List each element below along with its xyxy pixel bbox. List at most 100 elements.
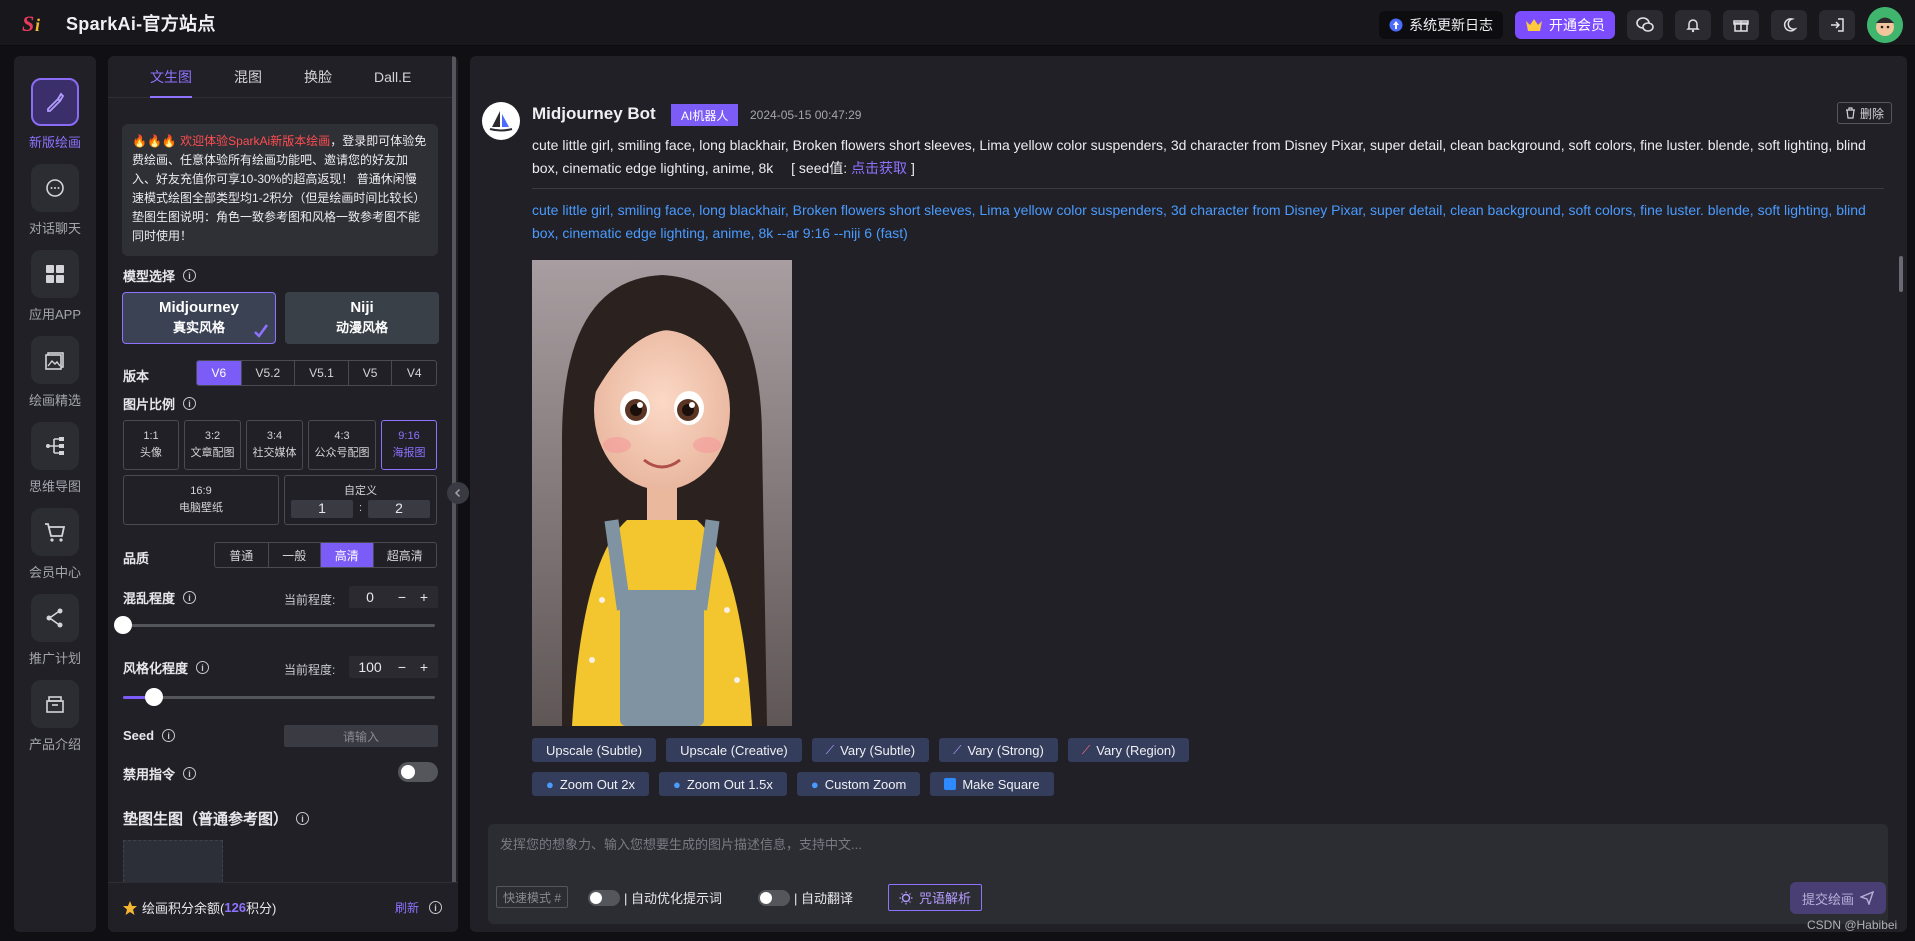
panel-scrollbar[interactable]	[452, 56, 456, 886]
vary-subtle-button[interactable]: ⟋ Vary (Subtle)	[811, 738, 930, 762]
tab-blend[interactable]: 混图	[234, 56, 262, 98]
version-option[interactable]: V5	[347, 361, 392, 385]
app-logo[interactable]: Si	[20, 7, 52, 39]
custom-height-input[interactable]: 2	[368, 499, 431, 518]
quality-option[interactable]: 高清	[320, 543, 373, 567]
chaos-stepper[interactable]: 0 − +	[349, 586, 438, 608]
no-command-label-text: 禁用指令	[123, 767, 176, 782]
bell-icon	[1686, 19, 1700, 33]
nav-item-member[interactable]: 会员中心	[14, 508, 96, 581]
main-scrollbar[interactable]	[1899, 256, 1903, 292]
nav-item-new-painting[interactable]: 新版绘画	[14, 78, 96, 151]
info-icon[interactable]: i	[183, 767, 197, 780]
model-card-niji[interactable]: Niji 动漫风格	[285, 292, 439, 344]
no-command-toggle[interactable]	[398, 762, 438, 782]
info-icon[interactable]: i	[183, 269, 197, 282]
changelog-button[interactable]: 系统更新日志	[1379, 11, 1503, 39]
tab-dalle[interactable]: Dall.E	[374, 56, 411, 98]
slider-knob[interactable]	[145, 688, 164, 706]
generated-image[interactable]	[532, 260, 792, 726]
quality-option[interactable]: 超高清	[372, 543, 436, 567]
custom-zoom-button[interactable]: ● Custom Zoom	[796, 772, 921, 796]
ratio-option-9-16[interactable]: 9:16 海报图	[381, 420, 437, 470]
info-icon[interactable]: i	[162, 729, 176, 742]
plus-icon[interactable]: +	[413, 589, 435, 605]
ratio-option-1-1[interactable]: 1:1 头像	[123, 420, 179, 470]
plus-icon[interactable]: +	[413, 659, 435, 675]
nav-item-mindmap[interactable]: 思维导图	[14, 422, 96, 495]
make-square-button[interactable]: Make Square	[930, 772, 1054, 796]
nav-item-gallery[interactable]: 绘画精选	[14, 336, 96, 409]
model-label: 模型选择 i	[123, 266, 197, 285]
submit-button[interactable]: 提交绘画	[1790, 882, 1887, 914]
model-card-midjourney[interactable]: Midjourney 真实风格	[122, 292, 276, 344]
info-icon[interactable]: i	[296, 812, 310, 825]
model-sub: 真实风格	[172, 320, 225, 335]
auto-optimize-toggle[interactable]	[588, 890, 620, 906]
ratio-value: 4:3	[334, 430, 350, 442]
reference-upload-box[interactable]	[123, 840, 223, 882]
seed-input[interactable]: 请输入	[284, 725, 438, 747]
minus-icon[interactable]: −	[391, 589, 413, 605]
ratio-option-3-2[interactable]: 3:2 文章配图	[184, 420, 241, 470]
login-button[interactable]	[1819, 10, 1855, 40]
auto-optimize-text: 自动优化提示词	[631, 891, 723, 906]
ratio-name: 海报图	[392, 447, 426, 459]
version-option[interactable]: V6	[197, 361, 241, 385]
quality-option[interactable]: 普通	[215, 543, 268, 567]
theme-toggle-button[interactable]	[1771, 10, 1807, 40]
vary-strong-button[interactable]: ⟋ Vary (Strong)	[939, 738, 1058, 762]
nav-item-product[interactable]: 产品介绍	[14, 680, 96, 753]
vip-button[interactable]: 开通会员	[1515, 11, 1615, 39]
gift-button[interactable]	[1723, 10, 1759, 40]
info-icon[interactable]: i	[183, 591, 197, 604]
nav-label: 会员中心	[28, 565, 81, 580]
version-option[interactable]: V5.2	[240, 361, 295, 385]
quality-option[interactable]: 一般	[267, 543, 321, 567]
zoom-out-1-5x-button[interactable]: ● Zoom Out 1.5x	[659, 772, 787, 796]
collapse-panel-button[interactable]	[447, 482, 469, 504]
stylize-stepper[interactable]: 100 − +	[349, 656, 438, 678]
slider-knob[interactable]	[114, 616, 132, 634]
mindmap-icon	[46, 437, 64, 455]
stylize-slider[interactable]	[123, 688, 435, 706]
seed-suffix: ]	[907, 160, 915, 176]
spell-parse-button[interactable]: 咒语解析	[888, 884, 983, 911]
auto-translate-toggle[interactable]	[758, 890, 790, 906]
tab-text-to-image[interactable]: 文生图	[150, 56, 192, 98]
prompt-input[interactable]: 发挥您的想象力、输入您想要生成的图片描述信息，支持中文...	[500, 834, 862, 853]
chaos-slider[interactable]	[114, 616, 435, 634]
wechat-button[interactable]	[1627, 10, 1663, 40]
ratio-option-3-4[interactable]: 3:4 社交媒体	[246, 420, 303, 470]
final-prompt[interactable]: cute little girl, smiling face, long bla…	[532, 199, 1882, 245]
custom-width-input[interactable]: 1	[290, 499, 353, 518]
gallery-icon	[45, 352, 64, 370]
zoom-actions: ● Zoom Out 2x ● Zoom Out 1.5x ● Custom Zoom…	[532, 772, 1054, 796]
minus-icon[interactable]: −	[391, 659, 413, 675]
ratio-option-4-3[interactable]: 4:3 公众号配图	[308, 420, 376, 470]
seed-fetch-link[interactable]: 点击获取	[851, 160, 907, 176]
nav-item-promotion[interactable]: 推广计划	[14, 594, 96, 667]
vary-region-button[interactable]: ⟋ Vary (Region)	[1067, 738, 1190, 762]
info-icon[interactable]: i	[183, 397, 197, 410]
info-icon[interactable]: i	[429, 901, 442, 914]
upscale-creative-button[interactable]: Upscale (Creative)	[666, 738, 802, 762]
version-option[interactable]: V5.1	[294, 361, 348, 385]
user-avatar[interactable]	[1867, 7, 1903, 43]
ratio-option-16-9[interactable]: 16:9 电脑壁纸	[123, 475, 279, 525]
nav-item-apps[interactable]: 应用APP	[14, 250, 96, 323]
notification-button[interactable]	[1675, 10, 1711, 40]
bot-avatar	[482, 102, 520, 140]
ratio-option-custom[interactable]: 自定义 1 : 2	[284, 475, 437, 525]
version-option[interactable]: V4	[391, 361, 436, 385]
quick-mode-button[interactable]: 快速模式 #	[496, 886, 568, 908]
info-icon[interactable]: i	[196, 661, 210, 674]
zoom-out-2x-button[interactable]: ● Zoom Out 2x	[532, 772, 649, 796]
tab-face-swap[interactable]: 换脸	[304, 56, 332, 98]
refresh-link[interactable]: 刷新	[395, 899, 419, 916]
zoom-icon: ●	[810, 776, 819, 792]
delete-button[interactable]: 删除	[1837, 102, 1893, 124]
nav-item-chat[interactable]: 对话聊天	[14, 164, 96, 237]
action-label: Make Square	[962, 776, 1040, 792]
upscale-subtle-button[interactable]: Upscale (Subtle)	[532, 738, 657, 762]
